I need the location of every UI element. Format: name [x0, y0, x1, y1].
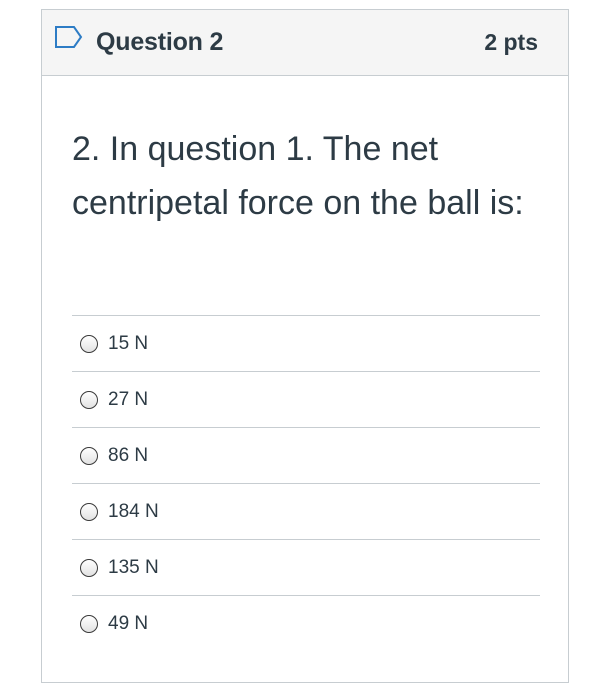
answer-label: 135 N — [108, 556, 159, 578]
radio-button[interactable] — [80, 558, 98, 577]
answer-option[interactable]: 86 N — [72, 427, 540, 483]
question-text: 2. In question 1. The net centripetal fo… — [72, 130, 524, 222]
answer-option[interactable]: 27 N — [72, 371, 540, 427]
answer-option[interactable]: 135 N — [72, 539, 540, 595]
question-points: 2 pts — [484, 29, 538, 55]
radio-button[interactable] — [80, 446, 98, 465]
radio-button[interactable] — [80, 502, 98, 521]
answer-option[interactable]: 184 N — [72, 483, 540, 539]
answer-label: 184 N — [108, 500, 159, 522]
flag-outline-icon[interactable] — [54, 25, 84, 49]
radio-button[interactable] — [80, 334, 98, 353]
answer-label: 15 N — [108, 332, 149, 354]
answer-label: 27 N — [108, 388, 149, 410]
answer-label: 86 N — [108, 444, 149, 466]
radio-button[interactable] — [80, 390, 98, 409]
answer-list: 15 N 27 N 86 N 184 N 135 N 49 N — [72, 315, 540, 651]
answer-option[interactable]: 15 N — [72, 315, 540, 371]
answer-option[interactable]: 49 N — [72, 595, 540, 651]
question-title: Question 2 — [96, 28, 224, 56]
radio-button[interactable] — [80, 614, 98, 633]
answer-label: 49 N — [108, 612, 149, 634]
quiz-question-card: Question 2 2 pts 2. In question 1. The n… — [41, 9, 569, 683]
question-header: Question 2 2 pts — [42, 10, 568, 76]
